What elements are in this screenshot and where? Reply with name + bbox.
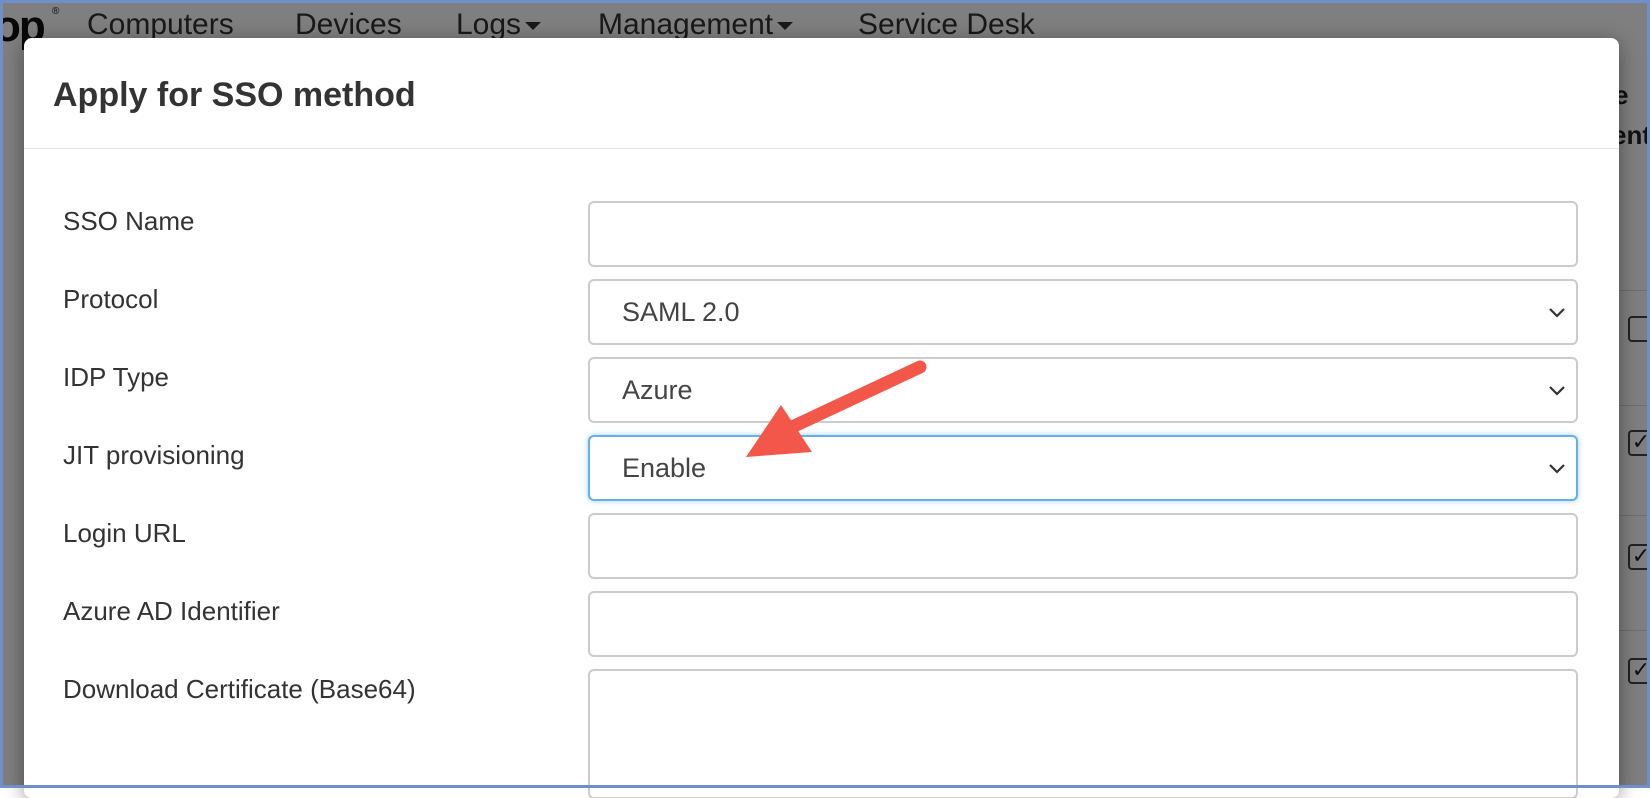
- jit-provisioning-select[interactable]: Enable: [588, 435, 1578, 501]
- modal-header: Apply for SSO method: [24, 38, 1619, 149]
- login-url-input[interactable]: [588, 513, 1578, 579]
- download-certificate-label: Download Certificate (Base64): [63, 674, 416, 704]
- login-url-label: Login URL: [63, 518, 186, 548]
- idp-type-label: IDP Type: [63, 362, 169, 392]
- protocol-select[interactable]: SAML 2.0: [588, 279, 1578, 345]
- chevron-down-icon: [1549, 308, 1565, 318]
- protocol-select-value: SAML 2.0: [588, 279, 1578, 345]
- sso-name-input[interactable]: [588, 201, 1578, 267]
- idp-type-select[interactable]: Azure: [588, 357, 1578, 423]
- sso-name-label: SSO Name: [63, 206, 195, 236]
- chevron-down-icon: [1549, 386, 1565, 396]
- modal-title: Apply for SSO method: [53, 76, 416, 114]
- jit-provisioning-label: JIT provisioning: [63, 440, 245, 470]
- sso-modal: Apply for SSO method SSO Name Protocol S…: [24, 38, 1619, 798]
- download-certificate-textarea[interactable]: [588, 669, 1578, 798]
- chevron-down-icon: [1549, 464, 1565, 474]
- protocol-label: Protocol: [63, 284, 159, 314]
- idp-type-select-value: Azure: [588, 357, 1578, 423]
- azure-ad-identifier-label: Azure AD Identifier: [63, 596, 280, 626]
- azure-ad-identifier-input[interactable]: [588, 591, 1578, 657]
- jit-provisioning-select-value: Enable: [588, 435, 1578, 501]
